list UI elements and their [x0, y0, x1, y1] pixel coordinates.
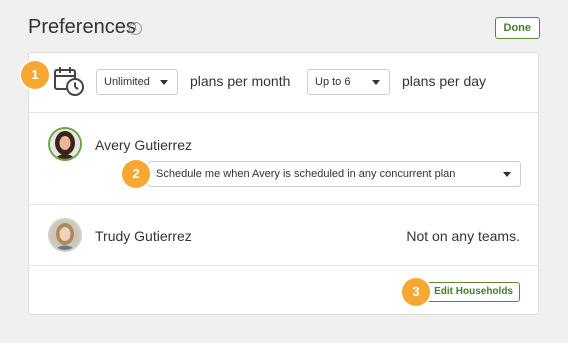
member-name: Avery Gutierrez [95, 137, 192, 153]
edit-households-button[interactable]: Edit Households [427, 282, 520, 302]
card-footer: 3 Edit Households [29, 266, 538, 315]
preferences-header: Preferences i Done [28, 14, 540, 44]
plans-per-month-label: plans per month [190, 73, 291, 89]
household-member-row: Avery Gutierrez 2 Schedule me when Avery… [29, 113, 538, 205]
schedule-with-value: Schedule me when Avery is scheduled in a… [156, 168, 456, 180]
schedule-with-select[interactable]: Schedule me when Avery is scheduled in a… [148, 161, 521, 187]
step-badge-3: 3 [402, 278, 430, 306]
plans-per-day-value: Up to 6 [315, 76, 351, 88]
avatar [50, 220, 80, 250]
plans-per-day-label: plans per day [402, 73, 487, 89]
step-badge-1: 1 [21, 61, 49, 89]
plans-per-day-select[interactable]: Up to 6 [307, 69, 390, 95]
step-badge-2: 2 [122, 160, 150, 188]
calendar-clock-icon [54, 67, 84, 96]
preferences-card: 1 Unlimited plans per month Up to 6 plan… [21, 52, 539, 315]
done-button[interactable]: Done [494, 17, 540, 39]
member-name: Trudy Gutierrez [95, 228, 192, 244]
scheduling-limits-row: 1 Unlimited plans per month Up to 6 plan… [21, 53, 538, 113]
avatar [50, 129, 80, 159]
chevron-down-icon [160, 80, 168, 85]
plans-per-month-select[interactable]: Unlimited [96, 69, 178, 95]
avatar-photo [50, 129, 80, 159]
teams-status: Not on any teams. [406, 228, 520, 244]
household-member-row: Trudy Gutierrez Not on any teams. [29, 205, 538, 266]
info-icon[interactable]: i [129, 22, 142, 35]
plans-per-month-value: Unlimited [104, 76, 150, 88]
chevron-down-icon [372, 80, 380, 85]
page-title: Preferences [28, 16, 136, 38]
chevron-down-icon [503, 172, 511, 177]
avatar-photo [50, 220, 80, 250]
